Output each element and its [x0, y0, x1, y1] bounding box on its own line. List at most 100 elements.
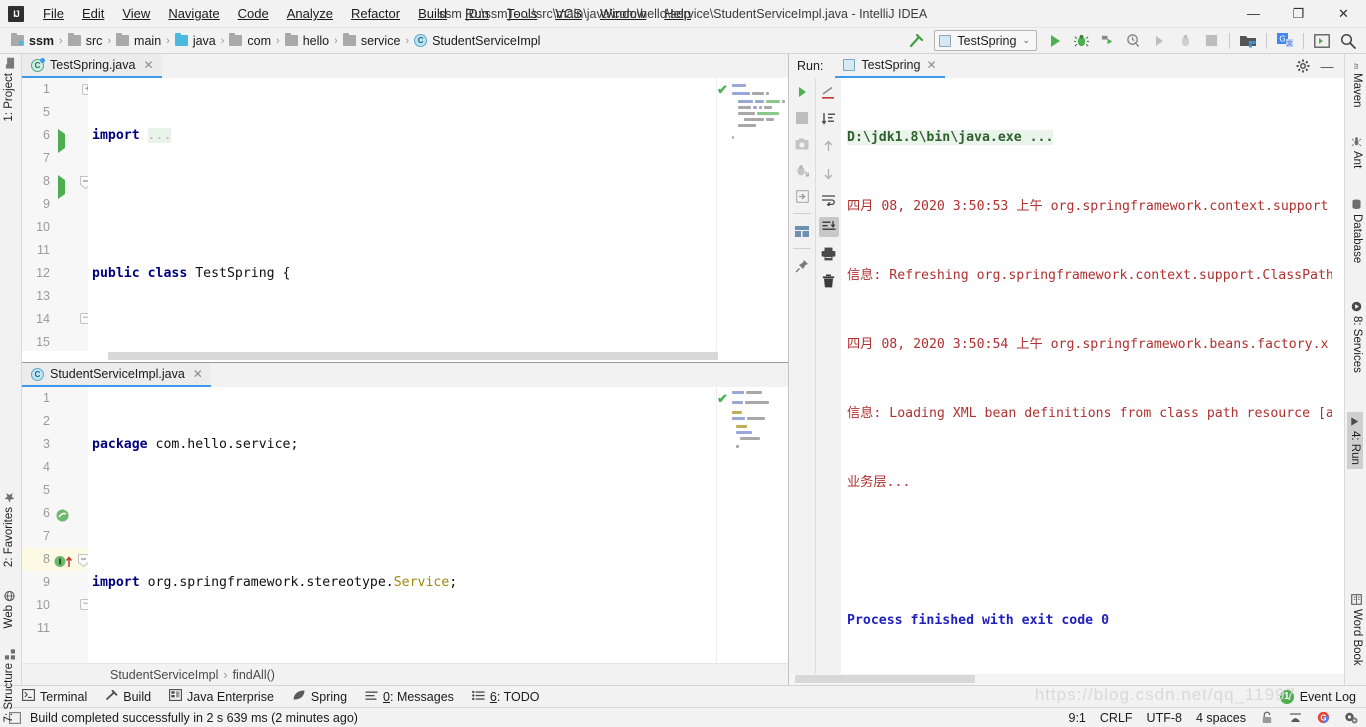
google-icon[interactable]: G	[1316, 711, 1330, 725]
close-icon[interactable]: ✕	[926, 58, 936, 72]
editor-gutter-top[interactable]: 1 + 5 6 7 8 9 10 11	[22, 78, 93, 351]
sidebar-item-web[interactable]: Web	[3, 590, 15, 628]
menu-navigate[interactable]: Navigate	[159, 2, 228, 25]
inspection-marker-bar-top[interactable]: ✔	[716, 78, 728, 351]
sidebar-item-project[interactable]: 1: Project	[3, 58, 15, 122]
stop-icon[interactable]	[1199, 30, 1223, 52]
line-number: 7	[43, 151, 50, 165]
editor-tab-studentserviceimpl[interactable]: C StudentServiceImpl.java ✕	[22, 363, 211, 387]
console-output[interactable]: D:\jdk1.8\bin\java.exe ... 四月 08, 2020 3…	[841, 78, 1332, 674]
lock-icon[interactable]	[1260, 711, 1274, 725]
search-everywhere-icon[interactable]	[1336, 30, 1360, 52]
tool-window-java-enterprise[interactable]: Java Enterprise	[169, 689, 274, 704]
down-icon[interactable]	[819, 163, 839, 183]
sidebar-item-maven[interactable]: m Maven	[1351, 58, 1363, 107]
up-icon[interactable]	[819, 136, 839, 156]
editor-gutter-bottom[interactable]: 1 2 3 4 5 6 7 8 9 10 − 11	[22, 387, 91, 663]
menu-file[interactable]: File	[34, 2, 73, 25]
stop-icon[interactable]	[792, 108, 812, 128]
sidebar-item-database[interactable]: Database	[1351, 199, 1363, 263]
translate-icon[interactable]: G文	[1273, 30, 1297, 52]
scroll-to-end-icon[interactable]	[819, 109, 839, 129]
minimize-button[interactable]: —	[1231, 0, 1276, 28]
tool-window-terminal[interactable]: Terminal	[22, 689, 87, 704]
folder-icon	[67, 33, 81, 46]
maximize-button[interactable]: ❐	[1276, 0, 1321, 28]
breadcrumb-item-hello[interactable]: hello	[282, 32, 332, 50]
console-hscrollbar[interactable]	[789, 674, 1344, 685]
caret-position[interactable]: 9:1	[1069, 711, 1086, 725]
close-button[interactable]: ✕	[1321, 0, 1366, 28]
inspector-icon[interactable]	[1288, 711, 1302, 725]
breadcrumb-item-ssm[interactable]: ssm	[8, 32, 57, 50]
breadcrumb-item-main[interactable]: main	[113, 32, 164, 50]
soft-wrap-icon[interactable]	[819, 82, 839, 102]
code-minimap-top[interactable]	[728, 78, 788, 351]
rerun-icon[interactable]	[792, 82, 812, 102]
breadcrumb-item-com[interactable]: com	[226, 32, 274, 50]
gear-icon[interactable]	[1292, 55, 1314, 77]
breadcrumb-item-src[interactable]: src	[65, 32, 106, 50]
sidebar-item-word-book[interactable]: Word Book	[1351, 594, 1363, 666]
debug-icon[interactable]	[1069, 30, 1093, 52]
sidebar-item-services[interactable]: 8: Services	[1351, 301, 1363, 373]
attach-debugger-icon[interactable]	[1173, 30, 1197, 52]
terminal-icon[interactable]	[1310, 30, 1334, 52]
run-configuration-selector[interactable]: TestSpring ⌄	[934, 30, 1037, 51]
export-icon[interactable]	[792, 186, 812, 206]
breadcrumb-item-java[interactable]: java	[172, 32, 219, 50]
run-tab-testspring[interactable]: TestSpring ✕	[835, 54, 945, 78]
rerun-icon[interactable]	[1147, 30, 1171, 52]
sidebar-item-favorites[interactable]: 2: Favorites	[3, 492, 15, 567]
tool-window-build[interactable]: Build	[105, 689, 151, 704]
menu-refactor[interactable]: Refactor	[342, 2, 409, 25]
profile-icon[interactable]	[1121, 30, 1145, 52]
indent-indicator[interactable]: 4 spaces	[1196, 711, 1246, 725]
encoding-indicator[interactable]: UTF-8	[1147, 711, 1182, 725]
close-icon[interactable]: ✕	[193, 367, 203, 381]
build-hammer-icon[interactable]	[904, 30, 928, 52]
breadcrumb-item-studentserviceimpl[interactable]: C StudentServiceImpl	[411, 32, 543, 50]
code-area-bottom[interactable]: package com.hello.service; import org.sp…	[88, 387, 716, 663]
menu-code[interactable]: Code	[229, 2, 278, 25]
run-with-coverage-icon[interactable]	[1095, 30, 1119, 52]
tool-window-spring[interactable]: Spring	[292, 689, 347, 704]
trash-icon[interactable]	[819, 271, 839, 291]
breadcrumb: ssm › src › main › java › com › hello › …	[8, 32, 543, 50]
menu-edit[interactable]: Edit	[73, 2, 113, 25]
line-separator-indicator[interactable]: CRLF	[1100, 711, 1133, 725]
inspection-marker-bar-bottom[interactable]: ✔	[716, 387, 728, 663]
layout-settings-icon[interactable]	[792, 221, 812, 241]
project-structure-icon[interactable]	[1236, 30, 1260, 52]
settings-gear-icon[interactable]	[1344, 711, 1358, 725]
sidebar-item-structure[interactable]: 7: Structure	[3, 648, 15, 722]
code-area-top[interactable]: import ... public class TestSpring { pub…	[88, 78, 716, 351]
breadcrumb-item-service[interactable]: service	[340, 32, 404, 50]
tool-window-todo[interactable]: 6: TODO	[472, 690, 539, 704]
menu-analyze[interactable]: Analyze	[278, 2, 342, 25]
scrollbar-thumb[interactable]	[795, 675, 975, 683]
close-icon[interactable]: ✕	[143, 58, 153, 72]
debug-attach-icon[interactable]	[792, 160, 812, 180]
breadcrumb-method[interactable]: findAll()	[233, 668, 275, 682]
menu-view[interactable]: View	[113, 2, 159, 25]
pin-icon[interactable]	[792, 256, 812, 276]
breadcrumb-class[interactable]: StudentServiceImpl	[110, 668, 218, 682]
screenshot-icon[interactable]	[792, 134, 812, 154]
run-icon[interactable]	[1043, 30, 1067, 52]
console-marker-bar[interactable]	[1332, 78, 1344, 674]
event-log-label[interactable]: Event Log	[1300, 690, 1356, 704]
print-icon[interactable]	[819, 244, 839, 264]
sidebar-item-ant[interactable]: Ant	[1351, 136, 1363, 168]
code-line: public class TestSpring {	[92, 266, 291, 281]
tool-window-messages[interactable]: 0: Messages	[365, 690, 454, 704]
editor-hscrollbar-top[interactable]	[22, 351, 788, 362]
scrollbar-thumb[interactable]	[108, 352, 718, 360]
wrap-lines-icon[interactable]	[819, 190, 839, 210]
scroll-to-end-active-icon[interactable]	[818, 217, 839, 237]
editor-tab-testspring[interactable]: C TestSpring.java ✕	[22, 54, 162, 78]
code-minimap-bottom[interactable]	[728, 387, 788, 663]
minimize-panel-icon[interactable]: —	[1316, 55, 1338, 77]
sidebar-item-run[interactable]: 4: Run	[1347, 412, 1363, 469]
intellij-logo-icon: IJ	[8, 5, 24, 22]
